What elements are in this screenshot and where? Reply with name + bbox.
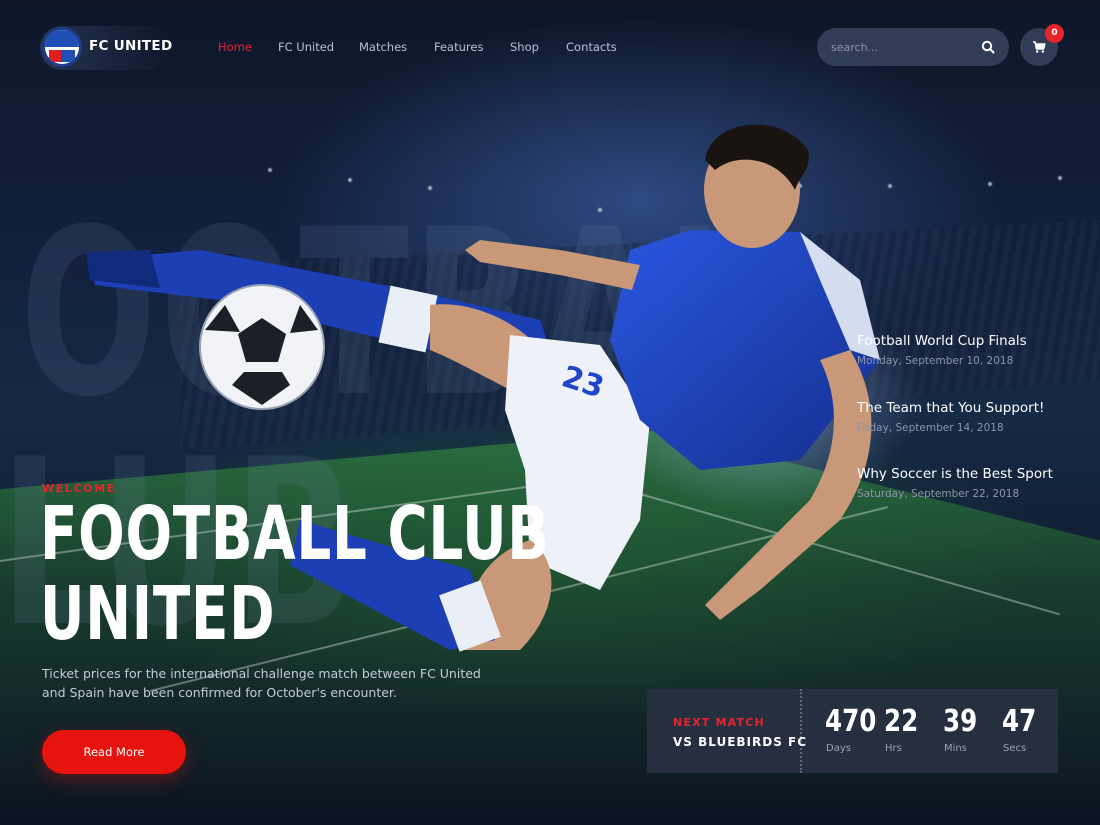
hero-description: Ticket prices for the international chal… bbox=[42, 666, 481, 700]
news-title[interactable]: Football World Cup Finals bbox=[857, 333, 1087, 349]
brand-name[interactable]: FC UNITED bbox=[89, 38, 172, 54]
search-icon[interactable] bbox=[981, 40, 995, 54]
countdown-hours-unit: Hrs bbox=[885, 743, 902, 754]
countdown-days-value: 470 bbox=[825, 704, 877, 739]
countdown-days-unit: Days bbox=[826, 743, 851, 754]
hero-title-line2: UNITED bbox=[40, 571, 276, 657]
club-crest-icon[interactable] bbox=[42, 27, 82, 67]
hero-title: FOOTBALL CLUB UNITED bbox=[40, 494, 550, 654]
nav-item-contacts[interactable]: Contacts bbox=[566, 40, 617, 54]
countdown-seconds-unit: Secs bbox=[1003, 743, 1027, 754]
news-title[interactable]: The Team that You Support! bbox=[857, 400, 1087, 416]
countdown-minutes-value: 39 bbox=[943, 704, 978, 739]
news-item[interactable]: Football World Cup Finals Monday, Septem… bbox=[857, 333, 1087, 367]
countdown-hours-value: 22 bbox=[884, 704, 919, 739]
news-item[interactable]: Why Soccer is the Best Sport Saturday, S… bbox=[857, 466, 1087, 500]
news-item[interactable]: The Team that You Support! Friday, Septe… bbox=[857, 400, 1087, 434]
search-box bbox=[817, 28, 1009, 66]
next-match-label: NEXT MATCH bbox=[673, 716, 765, 729]
divider bbox=[800, 689, 802, 773]
countdown-seconds-value: 47 bbox=[1002, 704, 1037, 739]
read-more-button[interactable]: Read More bbox=[42, 730, 186, 774]
hero-title-line1: FOOTBALL CLUB bbox=[40, 491, 550, 577]
cart-icon bbox=[1033, 41, 1046, 53]
nav-item-shop[interactable]: Shop bbox=[510, 40, 539, 54]
search-input[interactable] bbox=[831, 38, 971, 56]
next-match-opponent: VS BLUEBIRDS FC bbox=[673, 735, 808, 749]
nav-item-home[interactable]: Home bbox=[218, 40, 252, 54]
news-date: Monday, September 10, 2018 bbox=[857, 355, 1014, 367]
news-date: Friday, September 14, 2018 bbox=[857, 422, 1004, 434]
cart-count-badge: 0 bbox=[1045, 24, 1064, 43]
nav-item-matches[interactable]: Matches bbox=[359, 40, 407, 54]
news-date: Saturday, September 22, 2018 bbox=[857, 488, 1020, 500]
nav-item-fc-united[interactable]: FC United bbox=[278, 40, 334, 54]
news-title[interactable]: Why Soccer is the Best Sport bbox=[857, 466, 1087, 482]
countdown-minutes-unit: Mins bbox=[944, 743, 967, 754]
nav-item-features[interactable]: Features bbox=[434, 40, 483, 54]
